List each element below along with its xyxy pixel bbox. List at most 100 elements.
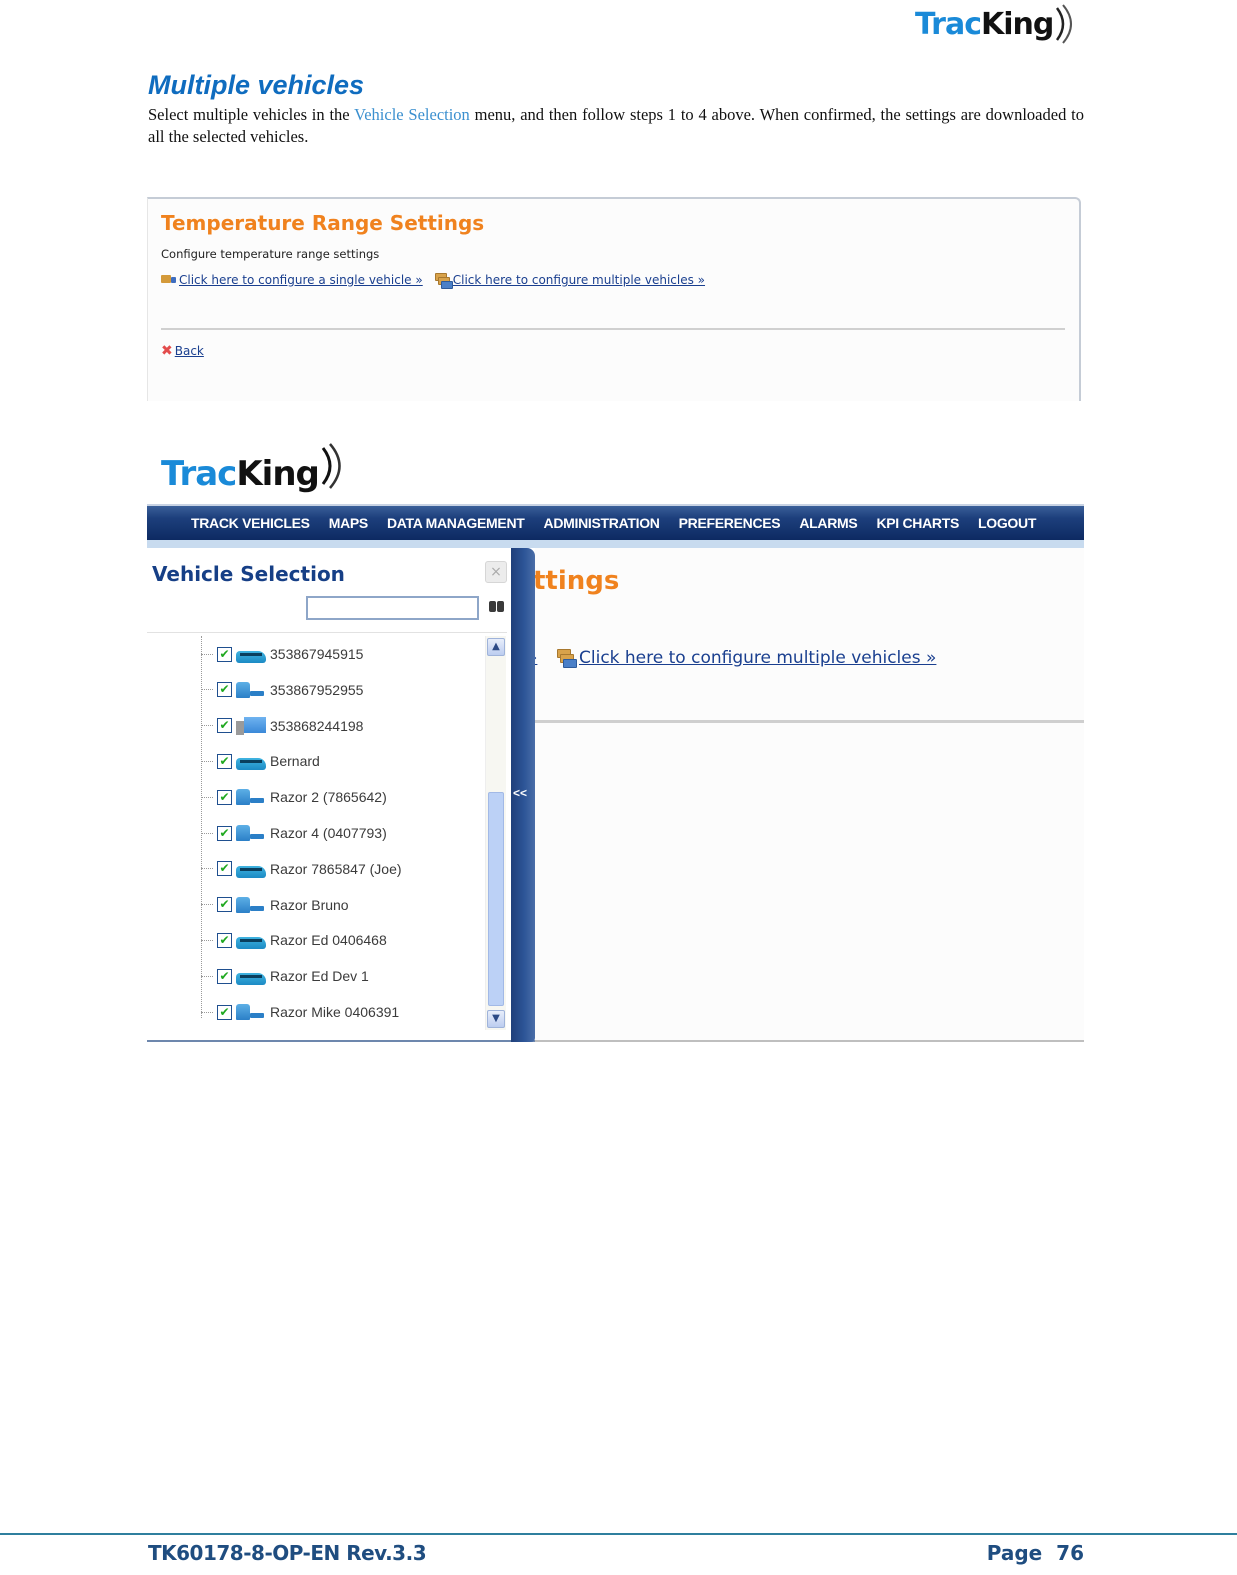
scroll-up-button[interactable]: ▲ <box>487 638 505 656</box>
logo-text-trac: Trac <box>915 6 982 42</box>
vehicle-checkbox[interactable]: ✔ <box>217 682 232 698</box>
app-signal-waves-icon <box>321 443 341 489</box>
main-content: ttings » Click here to configure multipl… <box>527 548 1084 1042</box>
tree-connector <box>201 689 213 691</box>
tracking-logo: TracKing <box>915 2 1085 46</box>
vehicle-checkbox[interactable]: ✔ <box>217 753 232 769</box>
vehicle-row[interactable]: ✔ 353867952955 <box>201 675 481 705</box>
nav-maps[interactable]: MAPS <box>329 515 369 531</box>
multiple-vehicles-icon <box>434 273 453 289</box>
tracking-app-logo: TracKing <box>161 442 349 494</box>
nav-kpi-charts[interactable]: KPI CHARTS <box>876 515 959 531</box>
tractor-icon <box>236 681 264 698</box>
multiple-vehicles-icon <box>557 649 577 668</box>
nav-data-management[interactable]: DATA MANAGEMENT <box>387 515 525 531</box>
tree-connector <box>201 868 213 870</box>
vehicle-row[interactable]: ✔ Razor Mike 0406391 <box>201 997 481 1027</box>
vehicle-checkbox[interactable]: ✔ <box>217 825 232 841</box>
vehicle-checkbox[interactable]: ✔ <box>217 897 232 913</box>
configure-multiple-vehicles-link[interactable]: Click here to configure multiple vehicle… <box>453 273 705 287</box>
close-x-icon: ✖ <box>161 343 173 359</box>
close-panel-button[interactable]: × <box>485 561 507 583</box>
logo-text-king: King <box>981 6 1054 42</box>
vehicle-label: Razor 2 (7865642) <box>270 789 387 806</box>
single-vehicle-icon <box>161 275 177 285</box>
vehicle-selection-screenshot: TracKing TRACK VEHICLES MAPS DATA MANAGE… <box>147 430 1084 1048</box>
tractor-icon <box>236 896 264 913</box>
vehicle-row[interactable]: ✔ Razor Bruno <box>201 890 481 920</box>
tree-connector <box>201 904 213 906</box>
vehicle-checkbox[interactable]: ✔ <box>217 646 232 662</box>
vehicle-row[interactable]: ✔ Razor 2 (7865642) <box>201 782 481 812</box>
vehicle-checkbox[interactable]: ✔ <box>217 932 232 948</box>
vehicle-checkbox[interactable]: ✔ <box>217 968 232 984</box>
nav-alarms[interactable]: ALARMS <box>799 515 857 531</box>
nav-preferences[interactable]: PREFERENCES <box>679 515 781 531</box>
vehicle-label: Razor Mike 0406391 <box>270 1004 400 1020</box>
vehicle-row[interactable]: ✔ 353867945915 <box>201 639 481 669</box>
divider <box>527 720 1084 723</box>
tractor-icon <box>236 1004 264 1020</box>
vehicle-row[interactable]: ✔ Razor Ed Dev 1 <box>201 961 481 991</box>
binoculars-search-icon[interactable] <box>488 598 506 614</box>
tree-connector <box>201 796 213 798</box>
bus-icon <box>236 651 266 663</box>
tree-connector <box>201 832 213 834</box>
collapse-panel-bar[interactable]: << <box>511 548 535 1042</box>
bus-icon <box>236 937 266 950</box>
bus-icon <box>236 973 266 986</box>
vehicle-label: Razor Ed 0406468 <box>270 932 387 949</box>
vehicle-label: 353867945915 <box>270 646 364 662</box>
temperature-range-title: Temperature Range Settings <box>161 211 485 235</box>
configure-multiple-vehicles-link[interactable]: Click here to configure multiple vehicle… <box>579 648 936 668</box>
divider <box>161 328 1065 330</box>
vehicle-selection-title: Vehicle Selection <box>152 562 345 586</box>
app-logo-text-trac: Trac <box>161 454 237 494</box>
tree-connector <box>201 653 213 655</box>
page-number: Page 76 <box>986 1541 1084 1565</box>
configure-single-vehicle-link[interactable]: Click here to configure a single vehicle… <box>179 273 423 287</box>
nav-logout[interactable]: LOGOUT <box>978 515 1036 531</box>
tree-connector <box>201 975 213 977</box>
back-link[interactable]: Back <box>175 344 204 358</box>
scroll-down-button[interactable]: ▼ <box>487 1010 505 1028</box>
back-row: ✖ Back <box>161 343 204 359</box>
divider <box>147 632 507 633</box>
tree-connector <box>201 725 213 727</box>
tree-connector <box>201 939 213 941</box>
vehicle-label: Razor Bruno <box>270 896 349 913</box>
body-text-start: Select multiple vehicles in the <box>148 105 355 124</box>
vehicle-row[interactable]: ✔ Razor Ed 0406468 <box>201 925 481 955</box>
nav-track-vehicles[interactable]: TRACK VEHICLES <box>191 515 310 531</box>
tree-connector <box>201 760 213 762</box>
collapse-label: << <box>513 786 528 800</box>
vehicle-selection-panel: Vehicle Selection × ✔ 353867945915 ✔ 353867… <box>147 548 535 1042</box>
vehicle-row[interactable]: ✔ Razor 4 (0407793) <box>201 818 481 848</box>
main-nav: TRACK VEHICLES MAPS DATA MANAGEMENT ADMI… <box>147 504 1084 540</box>
document-id: TK60178-8-OP-EN Rev.3.3 <box>148 1541 427 1565</box>
vehicle-checkbox[interactable]: ✔ <box>217 1004 232 1020</box>
vehicle-row[interactable]: ✔ Razor 7865847 (Joe) <box>201 854 481 884</box>
vehicle-tree: ✔ 353867945915 ✔ 353867952955 ✔ 353868244198 ✔… <box>201 636 481 1036</box>
vehicle-label: 353868244198 <box>270 717 364 734</box>
tree-connector <box>201 1011 213 1013</box>
scrollbar-thumb[interactable] <box>488 792 504 1006</box>
vehicle-row[interactable]: ✔ 353868244198 <box>201 711 481 741</box>
vehicle-label: 353867952955 <box>270 681 364 698</box>
app-logo-text-king: King <box>236 454 320 494</box>
multiple-vehicles-row: Click here to configure multiple vehicle… <box>557 648 936 668</box>
vehicle-row[interactable]: ✔ Bernard <box>201 746 481 776</box>
configure-links: Click here to configure a single vehicle… <box>161 273 705 289</box>
vehicle-label: Razor 7865847 (Joe) <box>270 860 402 877</box>
vehicle-checkbox[interactable]: ✔ <box>217 861 232 877</box>
vehicle-checkbox[interactable]: ✔ <box>217 718 232 734</box>
temperature-range-description: Configure temperature range settings <box>161 247 380 261</box>
vehicle-checkbox[interactable]: ✔ <box>217 789 232 805</box>
nav-administration[interactable]: ADMINISTRATION <box>544 515 660 531</box>
nav-subband <box>147 540 1084 548</box>
bus-icon <box>236 758 266 771</box>
section-title: Multiple vehicles <box>148 70 365 100</box>
vehicle-search-input[interactable] <box>306 596 479 620</box>
vehicle-list-scrollbar[interactable]: ▲ ▼ <box>485 636 506 1030</box>
signal-waves-icon <box>1056 4 1073 44</box>
